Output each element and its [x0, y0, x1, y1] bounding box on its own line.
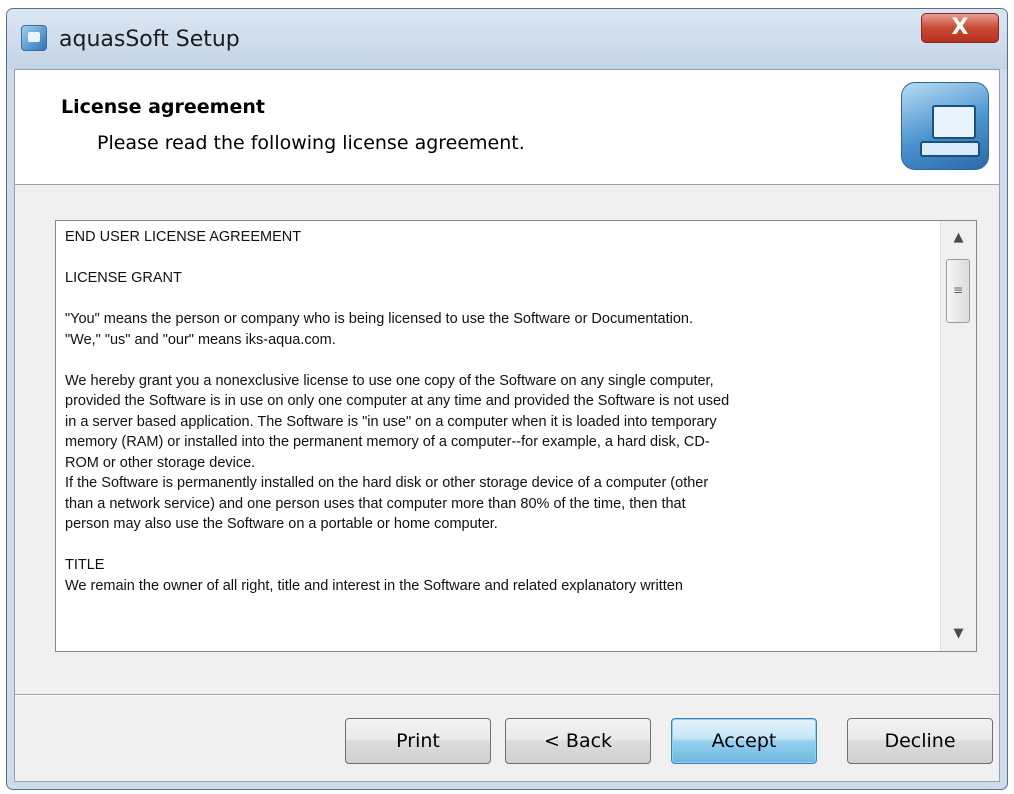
license-line: memory (RAM) or installed into the perma… — [65, 434, 710, 450]
license-line: provided the Software is in use on only … — [65, 393, 730, 409]
computer-install-icon — [901, 82, 989, 170]
header-banner: License agreement Please read the follow… — [15, 70, 999, 185]
close-icon: X — [951, 15, 969, 40]
page-title: License agreement — [61, 96, 265, 118]
footer-divider — [15, 694, 999, 696]
license-line: "You" means the person or company who is… — [65, 311, 693, 327]
license-line: If the Software is permanently installed… — [65, 475, 709, 491]
license-line: We hereby grant you a nonexclusive licen… — [65, 372, 714, 389]
license-line: in a server based application. The Softw… — [65, 413, 717, 430]
accept-button[interactable]: Accept — [671, 718, 817, 764]
dialog-client-area: License agreement Please read the follow… — [14, 69, 1000, 782]
scroll-down-arrow-icon[interactable]: ▼ — [941, 617, 976, 651]
license-line: person may also use the Software on a po… — [65, 516, 498, 532]
scroll-up-arrow-icon[interactable]: ▲ — [941, 221, 976, 255]
scroll-thumb[interactable]: ≡ — [946, 259, 970, 323]
window-title: aquasSoft Setup — [59, 27, 240, 52]
close-button[interactable]: X — [921, 13, 999, 43]
license-textbox[interactable]: END USER LICENSE AGREEMENT LICENSE GRANT "… — [55, 220, 977, 652]
license-line: TITLE — [65, 557, 105, 573]
title-bar[interactable]: aquasSoft Setup X — [7, 9, 1007, 69]
license-text: END USER LICENSE AGREEMENT LICENSE GRANT "… — [56, 221, 940, 651]
license-line: LICENSE GRANT — [65, 270, 182, 286]
back-button[interactable]: < Back — [505, 718, 651, 764]
page-subtitle: Please read the following license agreem… — [97, 132, 525, 154]
license-line: We remain the owner of all right, title … — [65, 577, 683, 594]
setup-window: aquasSoft Setup X License agreement Plea… — [6, 8, 1008, 790]
license-line: than a network service) and one person u… — [65, 495, 686, 512]
grip-icon: ≡ — [952, 283, 964, 297]
vertical-scrollbar[interactable]: ▲ ≡ ▼ — [940, 221, 976, 651]
license-line: ROM or other storage device. — [65, 454, 256, 471]
license-line: END USER LICENSE AGREEMENT — [65, 229, 302, 245]
setup-app-icon — [21, 25, 47, 51]
license-line: "We," "us" and "our" means iks-aqua.com. — [65, 331, 336, 348]
decline-button[interactable]: Decline — [847, 718, 993, 764]
print-button[interactable]: Print — [345, 718, 491, 764]
